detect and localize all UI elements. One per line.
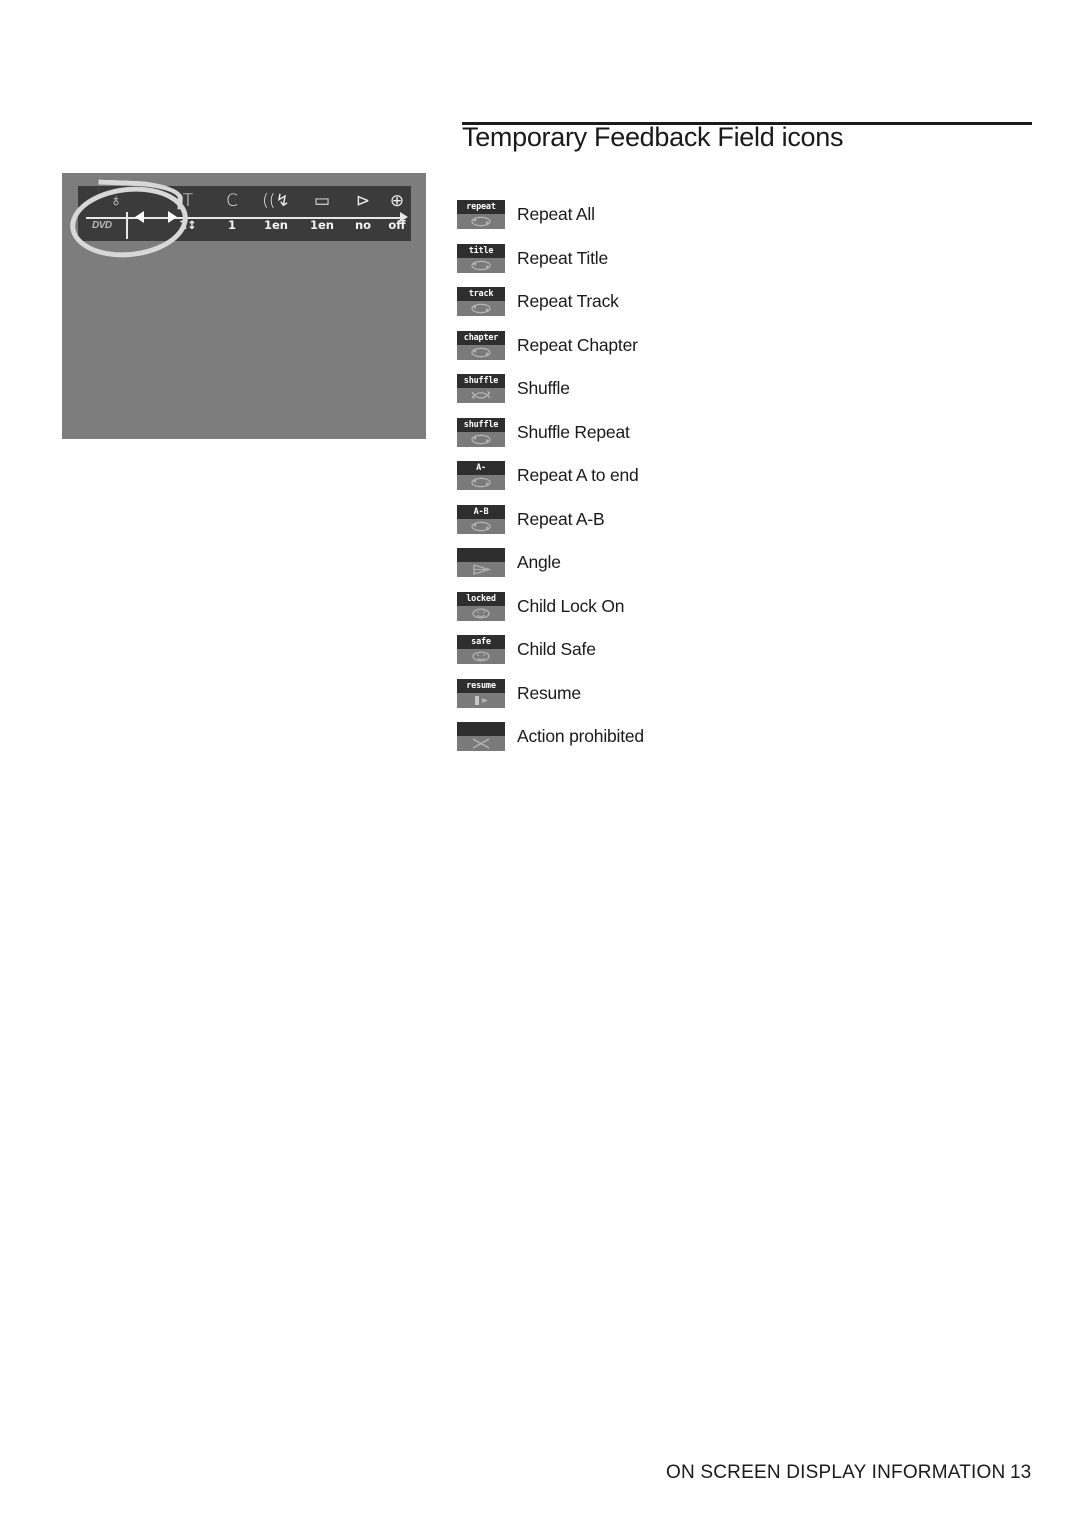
repeat-a-b-icon: A-B	[457, 504, 505, 534]
footer-page-number: 13	[1010, 1462, 1032, 1483]
list-item-label: Repeat Title	[517, 247, 608, 268]
icon-badge-text: title	[457, 243, 505, 258]
icon-badge-text	[457, 722, 505, 737]
list-item: safe Child Safe	[457, 628, 997, 672]
child-lock-on-icon: locked	[457, 591, 505, 621]
loop-glyph-icon	[457, 345, 505, 360]
osd-field-chapter: C 1	[212, 186, 252, 234]
osd-value-audio: 1en	[264, 218, 288, 232]
list-item: Angle	[457, 541, 997, 585]
icon-badge-text: locked	[457, 591, 505, 606]
icon-badge-text: A-	[457, 461, 505, 476]
cross-glyph-icon	[457, 736, 505, 751]
list-item-label: Repeat Chapter	[517, 334, 638, 355]
angle-icon: ⊳	[355, 191, 371, 211]
repeat-all-icon: repeat	[457, 200, 505, 230]
osd-value-subtitle: 1en	[310, 218, 334, 232]
osd-value-chapter: 1	[227, 218, 236, 232]
action-prohibited-icon	[457, 722, 505, 752]
osd-field-zoom: ⊕ off	[378, 186, 416, 234]
footer-section-title: ON SCREEN DISPLAY INFORMATION	[666, 1462, 1006, 1483]
page-footer: ON SCREEN DISPLAY INFORMATION 13	[0, 1462, 1080, 1492]
zoom-icon: ⊕	[389, 191, 405, 211]
resume-icon: resume	[457, 678, 505, 708]
list-item: resume Resume	[457, 672, 997, 716]
list-item-label: Repeat A-B	[517, 508, 605, 529]
child-safe-icon: safe	[457, 635, 505, 665]
list-item: locked Child Lock On	[457, 585, 997, 629]
icon-badge-text: track	[457, 287, 505, 302]
chapter-icon: C	[226, 191, 238, 211]
repeat-track-icon: track	[457, 287, 505, 317]
list-item: shuffle Shuffle Repeat	[457, 411, 997, 455]
icon-badge-text: resume	[457, 678, 505, 693]
list-item-label: Repeat A to end	[517, 465, 639, 486]
page-title: Temporary Feedback Field icons	[462, 122, 844, 152]
osd-field-angle: ⊳ no	[344, 186, 382, 234]
icon-badge-text: shuffle	[457, 374, 505, 389]
list-item: Action prohibited	[457, 715, 997, 759]
loop-glyph-icon	[457, 475, 505, 490]
list-item-label: Action prohibited	[517, 726, 644, 747]
page-heading: Temporary Feedback Field icons	[462, 122, 1032, 155]
list-item-label: Repeat All	[517, 204, 595, 225]
icon-badge-text	[457, 548, 505, 563]
list-item-label: Child Safe	[517, 639, 596, 660]
repeat-title-icon: title	[457, 243, 505, 273]
osd-value-zoom: off	[388, 218, 406, 232]
list-item: shuffle Shuffle	[457, 367, 997, 411]
icon-legend-list: repeat Repeat All title Repeat Title tra…	[457, 193, 997, 759]
list-item-label: Shuffle	[517, 378, 570, 399]
list-item-label: Resume	[517, 682, 581, 703]
audio-language-icon: ((↯	[262, 191, 290, 211]
icon-badge-text: chapter	[457, 330, 505, 345]
list-item: repeat Repeat All	[457, 193, 997, 237]
loop-glyph-icon	[457, 432, 505, 447]
subtitle-icon: ▭	[313, 191, 331, 211]
resume-glyph-icon	[457, 693, 505, 708]
shuffle-glyph-icon	[457, 388, 505, 403]
list-item: track Repeat Track	[457, 280, 997, 324]
list-item-label: Child Lock On	[517, 595, 625, 616]
icon-badge-text: shuffle	[457, 417, 505, 432]
loop-glyph-icon	[457, 301, 505, 316]
angle-glyph-icon	[457, 562, 505, 577]
osd-status-bar-screenshot: DVD ♁ T 1↕ C 1 ((↯ 1en ▭ 1en ⊳ no ⊕ off	[62, 173, 426, 439]
repeat-a-to-end-icon: A-	[457, 461, 505, 491]
list-item-label: Repeat Track	[517, 291, 619, 312]
loop-glyph-icon	[457, 519, 505, 534]
loop-glyph-icon	[457, 258, 505, 273]
osd-field-subtitle: ▭ 1en	[300, 186, 344, 234]
list-item-label: Shuffle Repeat	[517, 421, 630, 442]
osd-field-audio: ((↯ 1en	[254, 186, 298, 234]
icon-badge-text: A-B	[457, 504, 505, 519]
shuffle-icon: shuffle	[457, 374, 505, 404]
face-glyph-icon	[457, 649, 505, 664]
list-item: A- Repeat A to end	[457, 454, 997, 498]
list-item-label: Angle	[517, 552, 561, 573]
list-item: chapter Repeat Chapter	[457, 324, 997, 368]
list-item: title Repeat Title	[457, 237, 997, 281]
angle-icon	[457, 548, 505, 578]
list-item: A-B Repeat A-B	[457, 498, 997, 542]
osd-value-angle: no	[354, 218, 372, 232]
repeat-chapter-icon: chapter	[457, 330, 505, 360]
loop-glyph-icon	[457, 214, 505, 229]
face-glyph-icon	[457, 606, 505, 621]
shuffle-repeat-icon: shuffle	[457, 417, 505, 447]
icon-badge-text: repeat	[457, 200, 505, 215]
icon-badge-text: safe	[457, 635, 505, 650]
